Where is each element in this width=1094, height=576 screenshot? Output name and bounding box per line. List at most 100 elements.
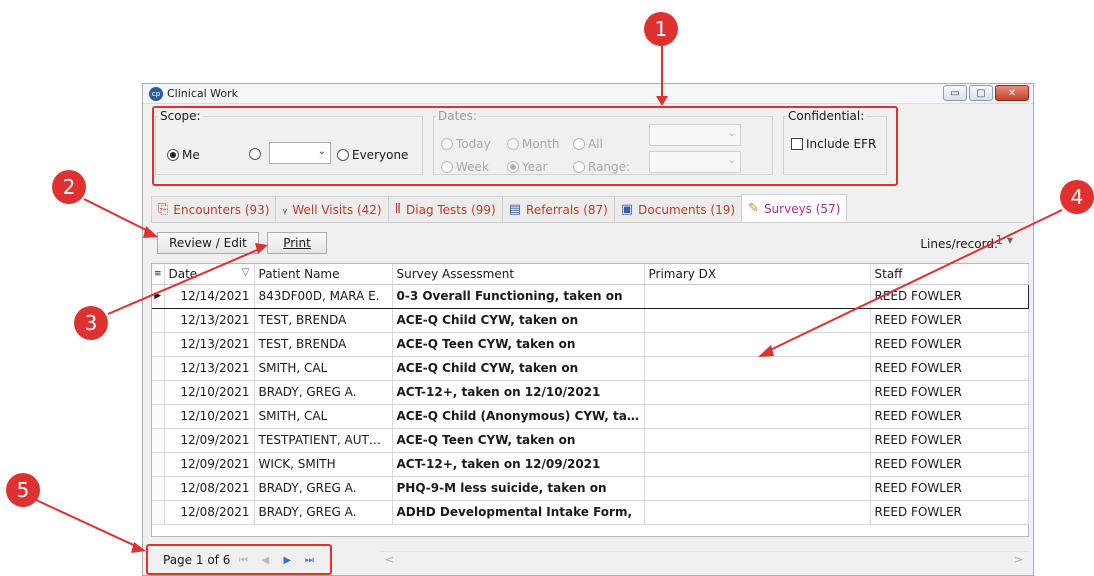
callout-4: 4 [1060,180,1094,214]
tab-well-visits[interactable]: ᵧ Well Visits (42) [275,196,389,222]
cell-staff[interactable]: REED FOWLER [870,332,1029,357]
minimize-button[interactable]: ▭ [943,85,967,101]
cell-primary-dx[interactable] [644,452,871,477]
cell-patient-name[interactable]: TEST, BRENDA [254,308,393,333]
maximize-button[interactable]: ▢ [969,85,993,101]
cell-survey-assessment[interactable]: ACT-12+, taken on 12/09/2021 [392,452,645,477]
close-button[interactable]: ✕ [995,85,1029,101]
cell-date[interactable]: 12/13/2021 [164,356,255,381]
tab-divider [151,222,1025,223]
cell-primary-dx[interactable] [644,356,871,381]
table-row[interactable]: 12/13/2021 TEST, BRENDA ACE-Q Teen CYW, … [152,332,1029,357]
cell-primary-dx[interactable] [644,283,871,309]
row-indicator [152,356,165,381]
sort-descending-icon: ▽ [241,266,250,278]
table-row[interactable]: 12/13/2021 SMITH, CAL ACE-Q Child CYW, t… [152,356,1029,381]
table-row[interactable]: ▶ 12/14/2021 843DF00D, MARA E. 0-3 Overa… [152,283,1029,309]
review-edit-highlight [155,230,261,256]
column-header-patient-name[interactable]: Patient Name [254,264,393,285]
cell-date[interactable]: 12/10/2021 [164,404,255,429]
column-header-date[interactable]: Date ▽ [164,264,255,285]
table-row[interactable]: 12/13/2021 TEST, BRENDA ACE-Q Child CYW,… [152,308,1029,333]
column-chooser-icon[interactable]: ≡ [152,264,165,285]
cell-patient-name[interactable]: SMITH, CAL [254,356,393,381]
tab-documents[interactable]: ▣ Documents (19) [613,196,743,222]
cell-date[interactable]: 12/08/2021 [164,476,255,501]
column-header-survey-assessment[interactable]: Survey Assessment [392,264,645,285]
cell-staff[interactable]: REED FOWLER [870,404,1029,429]
cell-primary-dx[interactable] [644,500,871,525]
cell-date[interactable]: 12/08/2021 [164,500,255,525]
cell-staff[interactable]: REED FOWLER [870,356,1029,381]
table-row[interactable]: 12/10/2021 BRADY, GREG A. ACT-12+, taken… [152,380,1029,405]
cell-patient-name[interactable]: WICK, SMITH [254,452,393,477]
cell-survey-assessment[interactable]: ADHD Developmental Intake Form, [392,500,645,525]
cell-survey-assessment[interactable]: ACE-Q Teen CYW, taken on [392,332,645,357]
cell-primary-dx[interactable] [644,404,871,429]
cell-survey-assessment[interactable]: ACT-12+, taken on 12/10/2021 [392,380,645,405]
cell-staff[interactable]: REED FOWLER [870,476,1029,501]
callout-1: 1 [644,12,678,46]
pager-highlight-box [146,544,332,575]
row-indicator [152,332,165,357]
cell-staff[interactable]: REED FOWLER [870,283,1029,309]
lines-per-record-spinner[interactable]: 1 ▾ [996,233,1014,247]
cell-primary-dx[interactable] [644,428,871,453]
cell-staff[interactable]: REED FOWLER [870,428,1029,453]
table-row[interactable]: 12/09/2021 WICK, SMITH ACT-12+, taken on… [152,452,1029,477]
horizontal-scrollbar[interactable]: < > [381,551,1029,569]
cell-patient-name[interactable]: BRADY, GREG A. [254,500,393,525]
cell-primary-dx[interactable] [644,380,871,405]
test-tubes-icon: Ⅱ [394,202,402,217]
cell-date[interactable]: 12/09/2021 [164,428,255,453]
app-logo-icon: cp [149,86,163,101]
tab-diag-tests[interactable]: Ⅱ Diag Tests (99) [387,196,503,222]
window-controls: ▭ ▢ ✕ [941,85,1029,101]
cell-primary-dx[interactable] [644,308,871,333]
table-row[interactable]: 12/10/2021 SMITH, CAL ACE-Q Child (Anony… [152,404,1029,429]
cell-patient-name[interactable]: 843DF00D, MARA E. [254,283,393,309]
row-indicator [152,308,165,333]
cell-primary-dx[interactable] [644,476,871,501]
scroll-left-icon[interactable]: < [385,553,394,566]
cell-patient-name[interactable]: TEST, BRENDA [254,332,393,357]
cell-date[interactable]: 12/09/2021 [164,452,255,477]
cell-survey-assessment[interactable]: PHQ-9-M less suicide, taken on [392,476,645,501]
column-header-primary-dx[interactable]: Primary DX [644,264,871,285]
tab-encounters[interactable]: ⎘ Encounters (93) [151,196,277,222]
cell-patient-name[interactable]: SMITH, CAL [254,404,393,429]
scroll-right-icon[interactable]: > [1014,553,1023,566]
cell-staff[interactable]: REED FOWLER [870,452,1029,477]
cell-date[interactable]: 12/13/2021 [164,332,255,357]
tab-surveys[interactable]: ✎ Surveys (57) [741,194,848,222]
cell-survey-assessment[interactable]: 0-3 Overall Functioning, taken on [392,283,645,309]
table-row[interactable]: 12/08/2021 BRADY, GREG A. ADHD Developme… [152,500,1029,525]
cell-date[interactable]: 12/13/2021 [164,308,255,333]
callout-5: 5 [6,473,40,507]
cell-date[interactable]: 12/10/2021 [164,380,255,405]
cell-survey-assessment[interactable]: ACE-Q Child (Anonymous) CYW, taken [392,404,645,429]
table-row[interactable]: 12/08/2021 BRADY, GREG A. PHQ-9-M less s… [152,476,1029,501]
tab-referrals[interactable]: ▤ Referrals (87) [501,196,615,222]
cell-patient-name[interactable]: TESTPATIENT, AUTO... [254,428,393,453]
encounters-icon: ⎘ [158,202,169,217]
cell-patient-name[interactable]: BRADY, GREG A. [254,380,393,405]
cell-patient-name[interactable]: BRADY, GREG A. [254,476,393,501]
callout-2: 2 [52,170,86,204]
cell-staff[interactable]: REED FOWLER [870,380,1029,405]
cell-date[interactable]: 12/14/2021 [164,283,255,309]
cell-survey-assessment[interactable]: ACE-Q Child CYW, taken on [392,308,645,333]
column-header-staff[interactable]: Staff [870,264,1029,285]
cell-survey-assessment[interactable]: ACE-Q Child CYW, taken on [392,356,645,381]
documents-icon: ▣ [620,202,634,217]
cell-survey-assessment[interactable]: ACE-Q Teen CYW, taken on [392,428,645,453]
spinner-down-icon: ▾ [1006,233,1013,247]
cell-primary-dx[interactable] [644,332,871,357]
table-row[interactable]: 12/09/2021 TESTPATIENT, AUTO... ACE-Q Te… [152,428,1029,453]
cell-staff[interactable]: REED FOWLER [870,500,1029,525]
callout-3: 3 [74,306,108,340]
current-row-indicator-icon: ▶ [152,283,165,309]
cell-staff[interactable]: REED FOWLER [870,308,1029,333]
print-button[interactable]: Print [267,232,327,254]
row-indicator [152,476,165,501]
